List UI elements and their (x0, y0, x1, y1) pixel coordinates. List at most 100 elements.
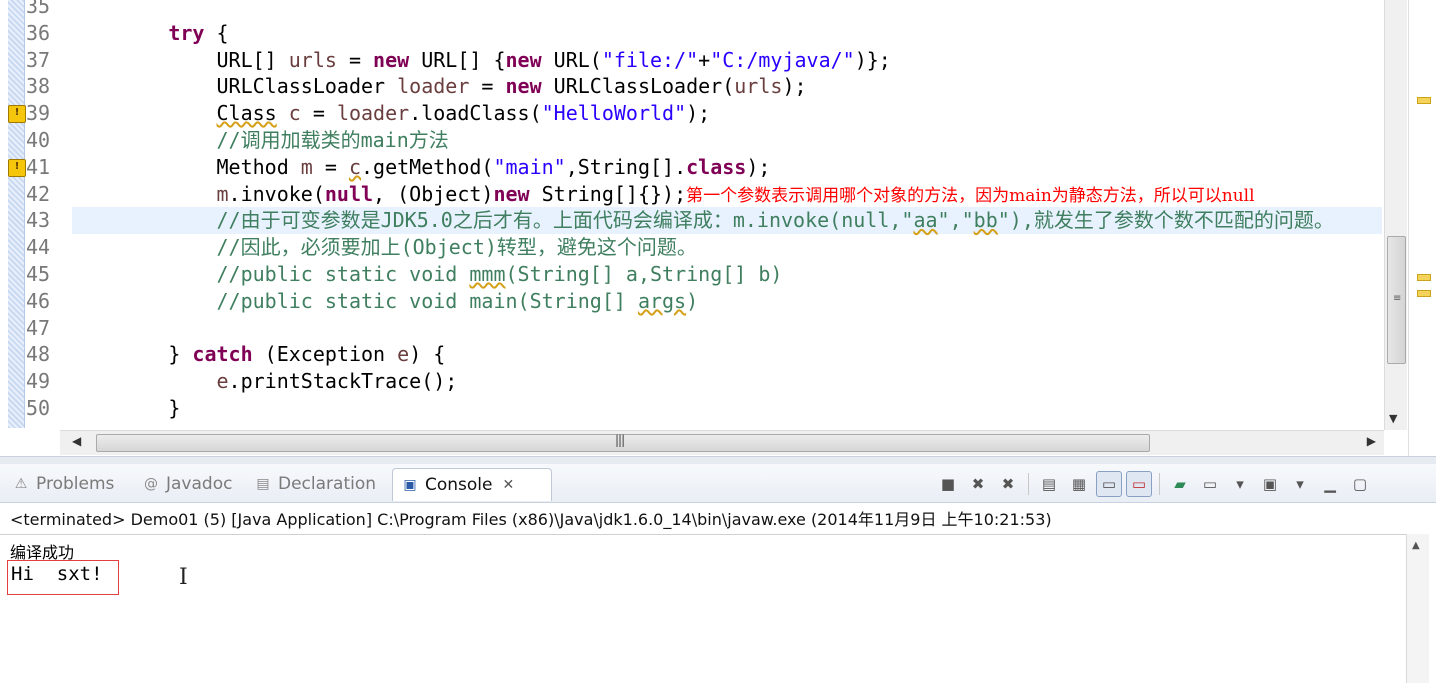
display-console-dropdown-icon[interactable]: ▾ (1227, 471, 1253, 497)
tab-problems[interactable]: ⚠ Problems (4, 468, 144, 500)
keyword-token: new (373, 47, 410, 72)
code-token: m (300, 154, 313, 179)
warning-overview-mark[interactable] (1417, 97, 1431, 104)
line-number: 46 (26, 288, 51, 313)
code-line[interactable]: Method m = c.getMethod("main",String[].c… (72, 154, 1382, 181)
tab-console[interactable]: ▣ Console ✕ (392, 468, 552, 501)
warning-marker-icon[interactable]: ! (8, 158, 26, 177)
console-vertical-scrollbar[interactable]: ▲ (1406, 534, 1429, 683)
line-number: 41 (26, 154, 51, 179)
code-line[interactable]: } (72, 395, 1382, 422)
editor-horizontal-scrollbar[interactable]: ◀ ||| ▶ (60, 430, 1384, 455)
open-console-dropdown-icon[interactable]: ▾ (1287, 471, 1313, 497)
javadoc-icon: @ (144, 476, 158, 492)
code-line[interactable]: //public static void mmm(String[] a,Stri… (72, 261, 1382, 288)
code-line[interactable]: //调用加载类的main方法 (72, 127, 1382, 154)
line-number: 38 (26, 74, 51, 99)
tab-label: Javadoc (166, 474, 233, 494)
code-token: loader (336, 101, 410, 126)
scroll-left-arrow-icon[interactable]: ◀ (72, 434, 81, 448)
code-line[interactable]: e.printStackTrace(); (72, 368, 1382, 395)
code-line[interactable]: URL[] urls = new URL[] {new URL("file:/"… (72, 47, 1382, 74)
minimize-view-icon[interactable]: ▁ (1317, 471, 1343, 497)
code-token: .printStackTrace(); (228, 369, 458, 394)
console-icon: ▣ (403, 477, 417, 493)
maximize-view-icon[interactable]: ▢ (1347, 471, 1373, 497)
code-token: urls (734, 74, 783, 99)
code-comment: ) (686, 288, 699, 313)
console-output-area[interactable]: 编译成功 Hi sxt! I (0, 534, 1406, 684)
java-editor[interactable]: 35 36 37 38 39 40 41 42 43 44 45 46 47 48 49 50 try { U… (0, 0, 1436, 456)
scroll-lock-icon[interactable]: ▦ (1066, 471, 1092, 497)
code-token: String[]{}); (529, 181, 687, 206)
warning-overview-mark[interactable] (1417, 290, 1431, 297)
scroll-up-arrow-icon[interactable]: ▲ (1412, 540, 1420, 551)
tab-javadoc[interactable]: @ Javadoc (134, 468, 256, 500)
tab-label: Console (425, 475, 493, 495)
code-token: ) { (409, 342, 446, 367)
code-token: + (698, 47, 711, 72)
current-code-line[interactable]: //由于可变参数是JDK5.0之后才有。上面代码会编译成：m.invoke(nu… (72, 207, 1382, 235)
terminate-icon[interactable]: ■ (935, 471, 961, 497)
code-token: = (469, 74, 506, 99)
tab-declaration[interactable]: ▤ Declaration (246, 468, 402, 500)
overview-ruler[interactable] (1408, 0, 1436, 456)
scroll-grip-icon: ||| (615, 433, 625, 447)
code-line[interactable]: m.invoke(null, (Object)new String[]{});第… (72, 181, 1382, 208)
show-on-stdout-icon[interactable]: ▭ (1096, 471, 1122, 497)
editor-vertical-scrollbar[interactable]: ≡ ▼ (1384, 0, 1407, 430)
code-comment: //public static void (216, 261, 470, 286)
code-token: e (397, 342, 410, 367)
code-line[interactable]: Class c = loader.loadClass("HelloWorld")… (72, 100, 1382, 127)
code-token: .loadClass( (409, 101, 542, 126)
pin-console-icon[interactable]: ▰ (1167, 471, 1193, 497)
editor-horizontal-scroll-thumb[interactable]: ||| (96, 433, 1150, 452)
code-line[interactable]: } catch (Exception e) { (72, 341, 1382, 368)
tab-label: Declaration (278, 474, 377, 494)
code-line[interactable] (72, 0, 1382, 20)
code-token: = (312, 154, 349, 179)
code-token: Class (216, 101, 277, 126)
close-tab-icon[interactable]: ✕ (503, 477, 515, 493)
code-line[interactable]: //因此，必须要加上(Object)转型，避免这个问题。 (72, 234, 1382, 261)
string-literal: "C:/myjava/" (710, 47, 855, 72)
line-number: 35 (26, 0, 51, 18)
open-console-icon[interactable]: ▣ (1257, 471, 1283, 497)
line-number: 43 (26, 208, 51, 233)
code-line[interactable]: //public static void main(String[] args) (72, 288, 1382, 315)
code-token: ); (746, 154, 771, 179)
display-console-icon[interactable]: ▭ (1197, 471, 1223, 497)
warning-overview-mark[interactable] (1417, 274, 1431, 281)
code-token: = (336, 47, 374, 72)
remove-all-terminated-icon[interactable]: ✖ (995, 471, 1021, 497)
code-token: c (348, 154, 361, 179)
editor-vertical-scroll-thumb[interactable]: ≡ (1387, 236, 1406, 364)
remove-launch-icon[interactable]: ✖ (965, 471, 991, 497)
keyword-token: new (505, 47, 542, 72)
code-comment: bb (973, 208, 998, 233)
show-on-stderr-icon[interactable]: ▭ (1126, 471, 1152, 497)
line-number: 44 (26, 235, 51, 260)
code-token: } (72, 342, 193, 367)
code-token: URLClassLoader (72, 74, 398, 99)
code-text-area[interactable]: try { URL[] urls = new URL[] {new URL("f… (72, 0, 1382, 422)
red-annotation-note: 第一个参数表示调用哪个对象的方法，因为main为静态方法，所以可以null (686, 185, 1255, 206)
line-number-ruler: 35 36 37 38 39 40 41 42 43 44 45 46 47 48 49 50 (24, 0, 60, 422)
code-line[interactable]: try { (72, 20, 1382, 47)
code-token: Method (72, 154, 301, 179)
keyword-token: new (493, 181, 530, 206)
clear-console-icon[interactable]: ▤ (1036, 471, 1062, 497)
code-line[interactable]: URLClassLoader loader = new URLClassLoad… (72, 73, 1382, 100)
code-line[interactable] (72, 315, 1382, 342)
scroll-right-arrow-icon[interactable]: ▶ (1367, 434, 1376, 448)
warning-marker-icon[interactable]: ! (8, 105, 26, 124)
scroll-down-arrow-icon[interactable]: ▼ (1389, 412, 1397, 425)
annotation-gutter (8, 0, 25, 428)
string-literal: "HelloWorld" (541, 101, 687, 126)
